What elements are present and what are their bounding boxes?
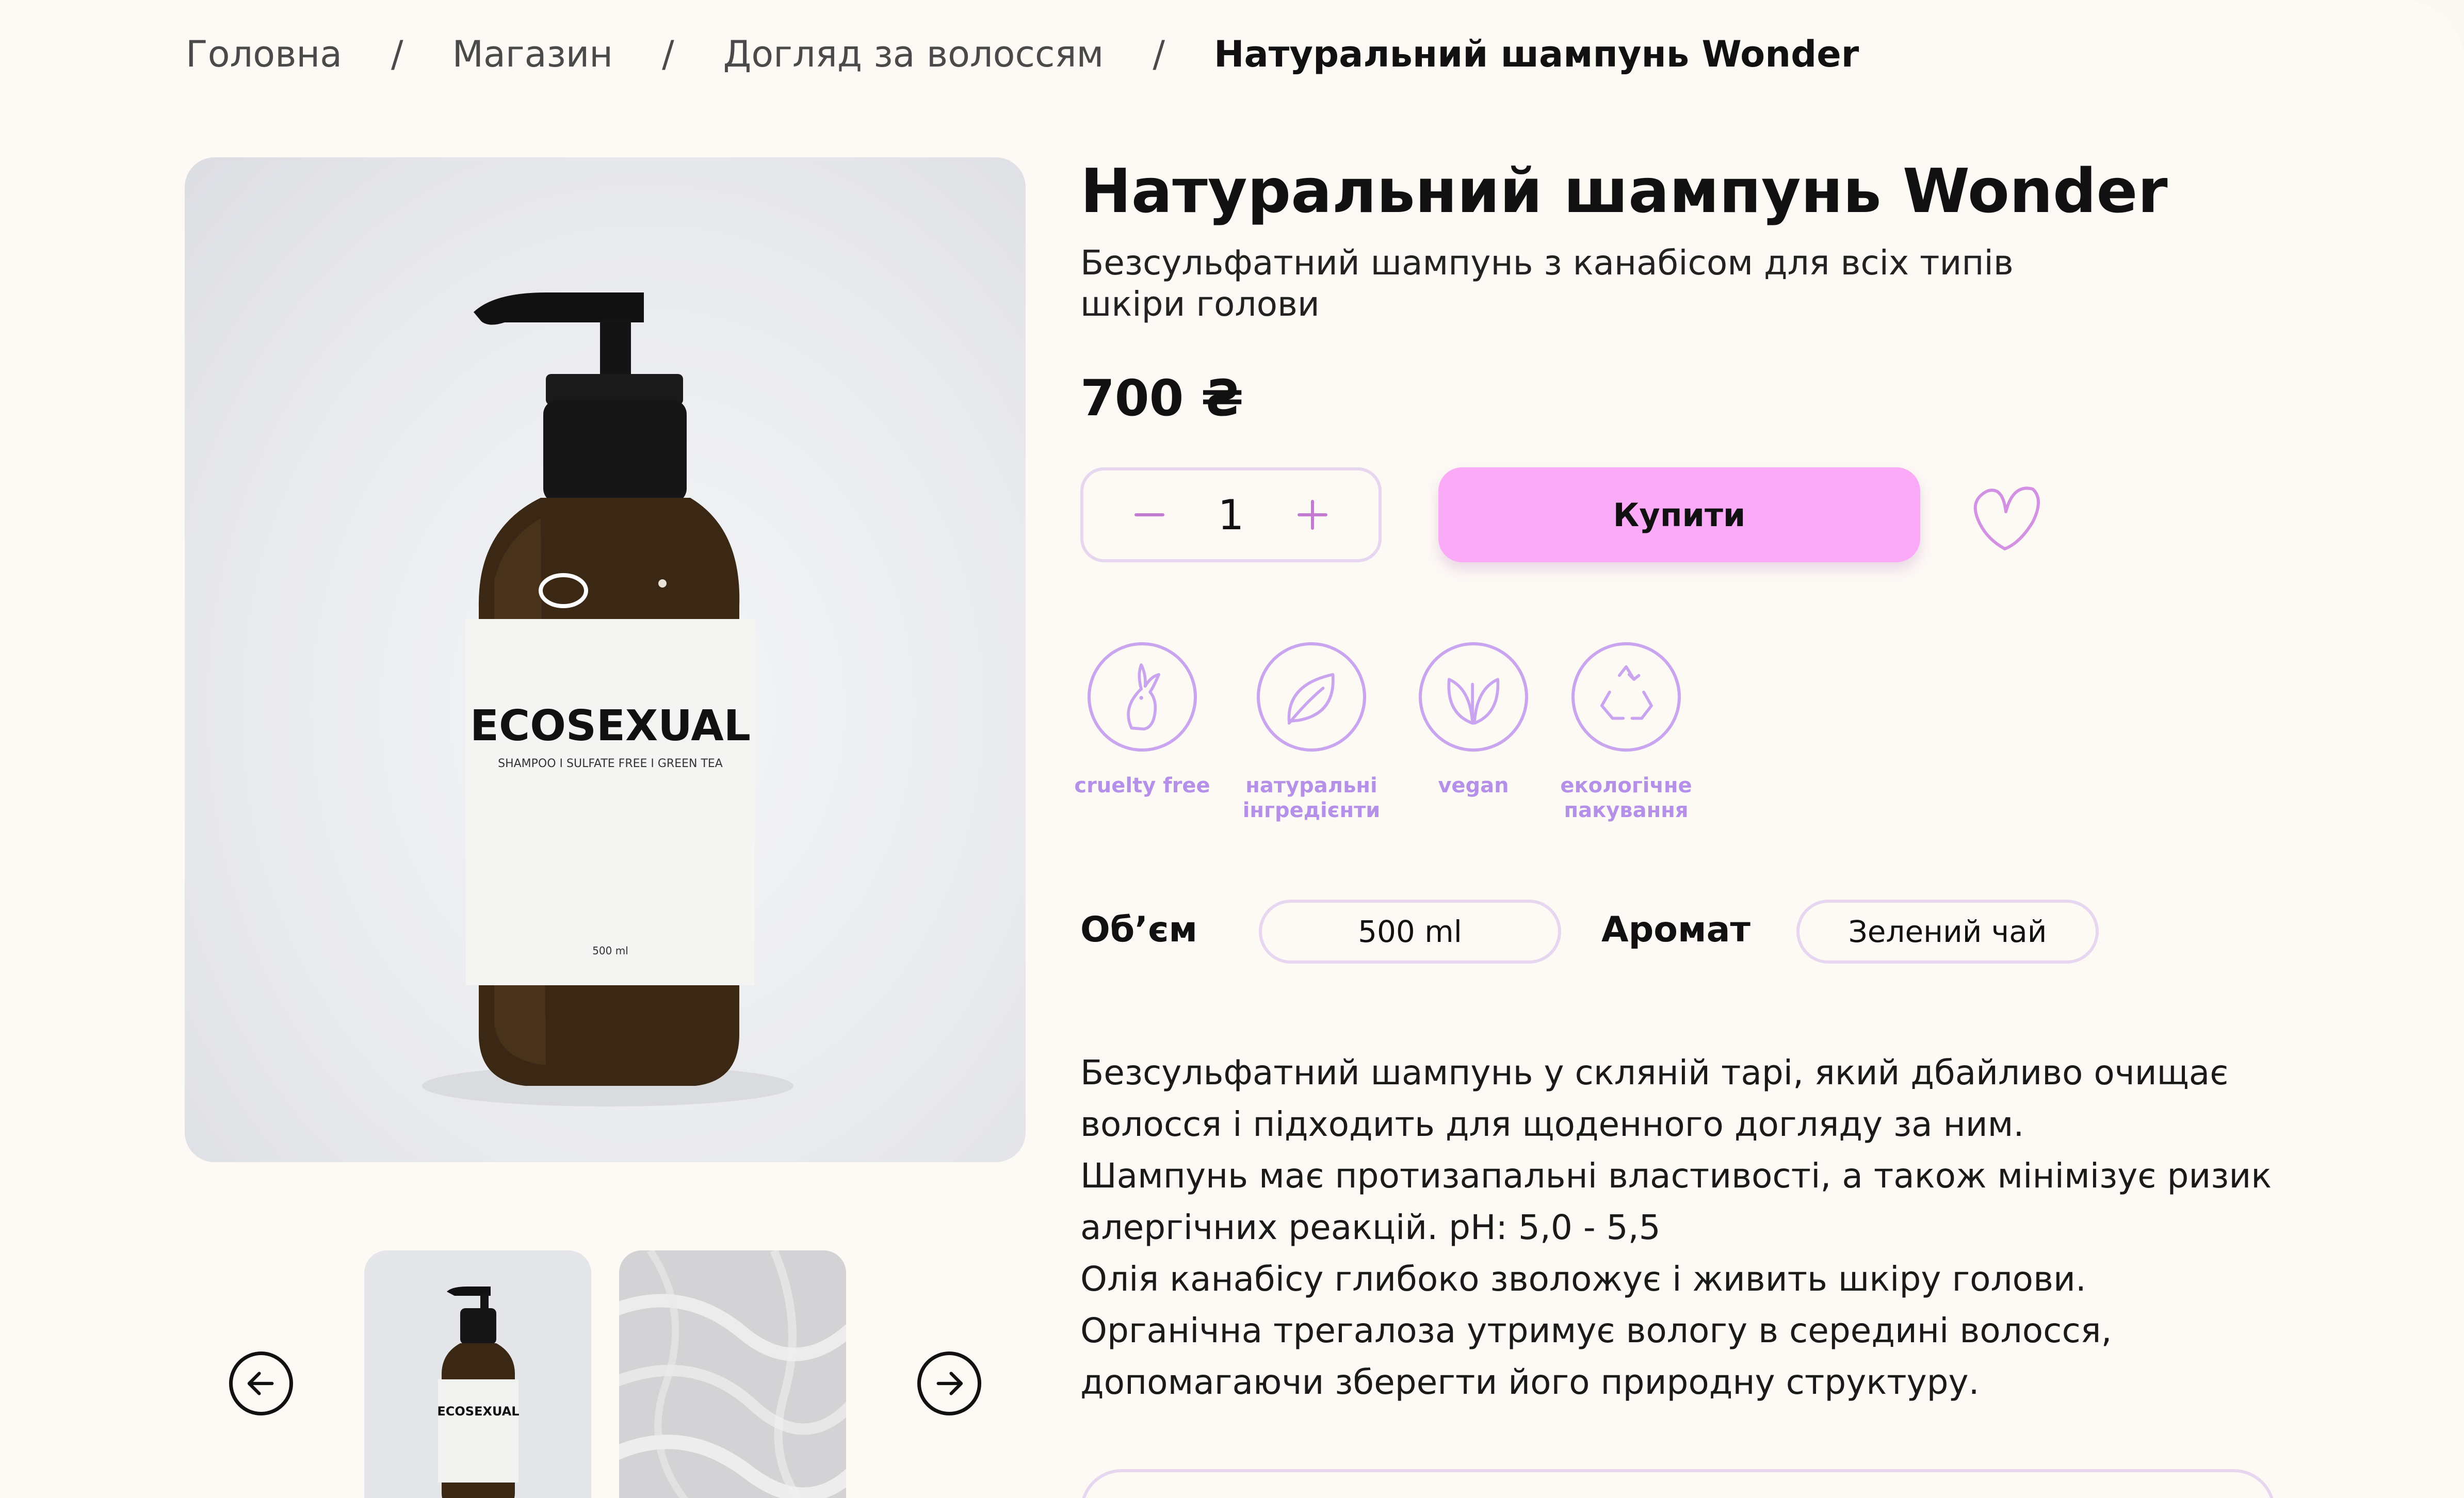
buy-button[interactable]: Купити <box>1438 467 1920 562</box>
product-description: Безсульфатний шампунь у скляній тарі, як… <box>1080 1047 2319 1408</box>
quantity-increase-button[interactable] <box>1276 470 1349 559</box>
gallery-thumb-bottle[interactable]: ECOSEXUAL <box>364 1250 591 1498</box>
aroma-label: Аромат <box>1601 909 1750 950</box>
bottle-volume: 500 ml <box>592 945 628 957</box>
feature-natural-ingredients: натуральні інгредієнти <box>1229 642 1394 823</box>
gallery-thumb-gel-texture[interactable] <box>619 1250 846 1498</box>
breadcrumb-current: Натуральний шампунь Wonder <box>1213 33 1859 75</box>
product-main-image: ECOSEXUAL SHAMPOO I SULFATE FREE I GREEN… <box>185 157 1026 1162</box>
product-title: Натуральний шампунь Wonder <box>1080 155 2168 226</box>
feature-vegan: vegan <box>1391 642 1556 798</box>
description-paragraph: Шампунь має протизапальні властивості, а… <box>1080 1156 2272 1247</box>
breadcrumb-hair-care[interactable]: Догляд за волоссям <box>723 31 1104 77</box>
product-subtitle: Безсульфатний шампунь з канабісом для вс… <box>1080 243 2014 324</box>
quantity-decrease-button[interactable] <box>1113 470 1186 559</box>
feature-label: cruelty free <box>1074 774 1210 797</box>
breadcrumb-shop[interactable]: Магазин <box>452 31 613 77</box>
breadcrumb-separator: / <box>1153 33 1165 75</box>
description-paragraph: Безсульфатний шампунь у скляній тарі, як… <box>1080 1053 2229 1144</box>
feature-eco-packaging: екологічне пакування <box>1544 642 1709 823</box>
volume-select[interactable]: 500 ml <box>1259 900 1561 964</box>
feature-label: екологічне пакування <box>1560 774 1692 822</box>
feature-label: vegan <box>1438 774 1509 797</box>
plus-icon <box>1298 500 1327 530</box>
breadcrumb: Головна / Магазин / Догляд за волоссям /… <box>186 31 1859 77</box>
gallery-next-arrow-icon[interactable] <box>917 1352 981 1415</box>
bottle-brand: ECOSEXUAL <box>470 702 751 751</box>
product-page: Головна / Магазин / Догляд за волоссям /… <box>0 0 2464 1498</box>
rabbit-icon <box>1127 663 1160 731</box>
description-paragraph: Олія канабісу глибоко зволожує і живить … <box>1080 1259 2086 1299</box>
quantity-stepper: 1 <box>1080 467 1382 562</box>
product-price: 700 ₴ <box>1080 369 1244 427</box>
recycle-icon <box>1600 665 1653 720</box>
volume-label: Об’єм <box>1080 909 1198 950</box>
gallery-prev-arrow-icon[interactable] <box>229 1352 293 1415</box>
minus-icon <box>1134 513 1164 516</box>
vegan-leaf-icon <box>1447 678 1500 725</box>
shampoo-bottle-photo: ECOSEXUAL SHAMPOO I SULFATE FREE I GREEN… <box>422 292 793 1106</box>
feature-label: натуральні інгредієнти <box>1242 774 1381 822</box>
feature-cruelty-free: cruelty free <box>1060 642 1225 798</box>
breadcrumb-separator: / <box>391 33 403 75</box>
description-paragraph: Органічна трегалоза утримує вологу в сер… <box>1080 1311 2112 1402</box>
leaf-icon <box>1287 673 1335 725</box>
aroma-select[interactable]: Зелений чай <box>1796 900 2099 964</box>
heart-icon[interactable] <box>1967 481 2044 553</box>
bottle-line: SHAMPOO I SULFATE FREE I GREEN TEA <box>498 757 723 770</box>
thumb-bottle-brand: ECOSEXUAL <box>437 1404 519 1419</box>
breadcrumb-home[interactable]: Головна <box>186 31 342 77</box>
breadcrumb-separator: / <box>662 33 674 75</box>
details-accordion[interactable] <box>1080 1469 2275 1498</box>
